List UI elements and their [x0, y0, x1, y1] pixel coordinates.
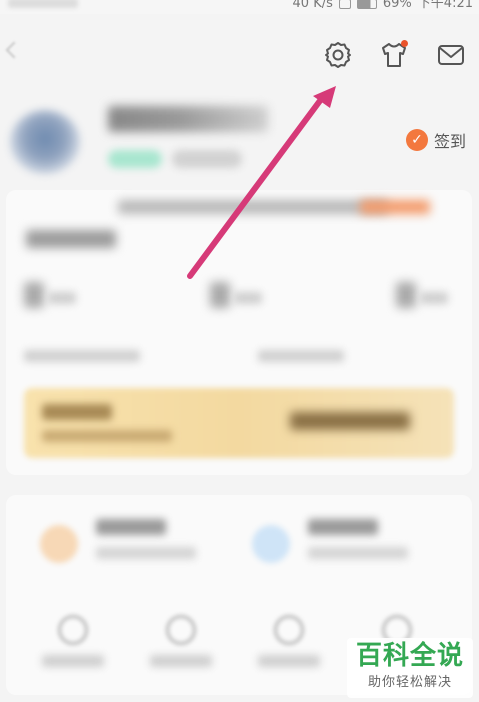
stat-unit-blurred [420, 292, 448, 304]
card-title-blurred [26, 230, 116, 248]
stat-value-blurred [396, 282, 416, 308]
status-bar: 40 K/s 69% 下午4:21 [0, 0, 479, 14]
notice-banner[interactable] [118, 200, 458, 218]
mail-icon [438, 45, 464, 65]
tool-title-blurred [308, 519, 378, 535]
stat-item[interactable] [396, 282, 456, 308]
account-tag-blurred [172, 150, 242, 168]
vip-action-blurred[interactable] [290, 412, 410, 430]
sub-link-blurred[interactable] [258, 350, 344, 362]
entry-label-blurred [150, 655, 212, 667]
stat-value-blurred [210, 282, 230, 308]
avatar[interactable] [10, 110, 80, 174]
watermark-title: 百科全说 [355, 641, 464, 671]
stat-item[interactable] [24, 282, 84, 308]
signal-icon [338, 0, 351, 9]
tool-icon[interactable] [40, 525, 78, 563]
network-speed: 40 K/s [292, 0, 333, 11]
back-icon[interactable] [5, 41, 23, 59]
settings-button[interactable] [321, 38, 355, 72]
entry-icon[interactable] [166, 615, 196, 645]
sub-link-blurred[interactable] [24, 350, 140, 362]
vip-subtitle-blurred [42, 430, 172, 442]
stat-unit-blurred [48, 292, 76, 304]
battery-percent: 69% [382, 0, 412, 11]
status-right: 40 K/s 69% 下午4:21 [293, 0, 473, 11]
entry-icon[interactable] [274, 615, 304, 645]
level-tag-blurred [108, 150, 162, 168]
status-blurred-left [8, 0, 78, 8]
notice-accent-blurred [360, 200, 430, 214]
dress-up-button[interactable] [377, 38, 411, 72]
stat-item[interactable] [210, 282, 270, 308]
messages-button[interactable] [434, 38, 468, 72]
clock: 下午4:21 [417, 0, 473, 11]
stat-unit-blurred [234, 292, 262, 304]
signin-button[interactable]: ✓ 签到 [406, 128, 466, 152]
entry-icon[interactable] [58, 615, 88, 645]
account-card [6, 190, 472, 475]
check-icon: ✓ [406, 129, 428, 151]
entry-label-blurred [42, 655, 104, 667]
signin-label: 签到 [434, 132, 467, 151]
tool-title-blurred [96, 519, 166, 535]
tool-subtitle-blurred [308, 547, 408, 559]
notice-text-blurred [118, 200, 388, 214]
notification-dot [401, 40, 408, 47]
nickname-blurred [108, 106, 268, 132]
tool-icon[interactable] [252, 525, 290, 563]
watermark-logo: 百科全说 助你轻松解决 [347, 638, 473, 698]
battery-icon [356, 0, 377, 9]
stat-value-blurred [24, 282, 44, 308]
profile-header: ✓ 签到 [0, 90, 479, 190]
tool-subtitle-blurred [96, 547, 196, 559]
watermark-subtitle: 助你轻松解决 [367, 675, 452, 690]
vip-title-blurred [42, 404, 112, 420]
settings-icon [325, 42, 351, 68]
entry-label-blurred [258, 655, 320, 667]
